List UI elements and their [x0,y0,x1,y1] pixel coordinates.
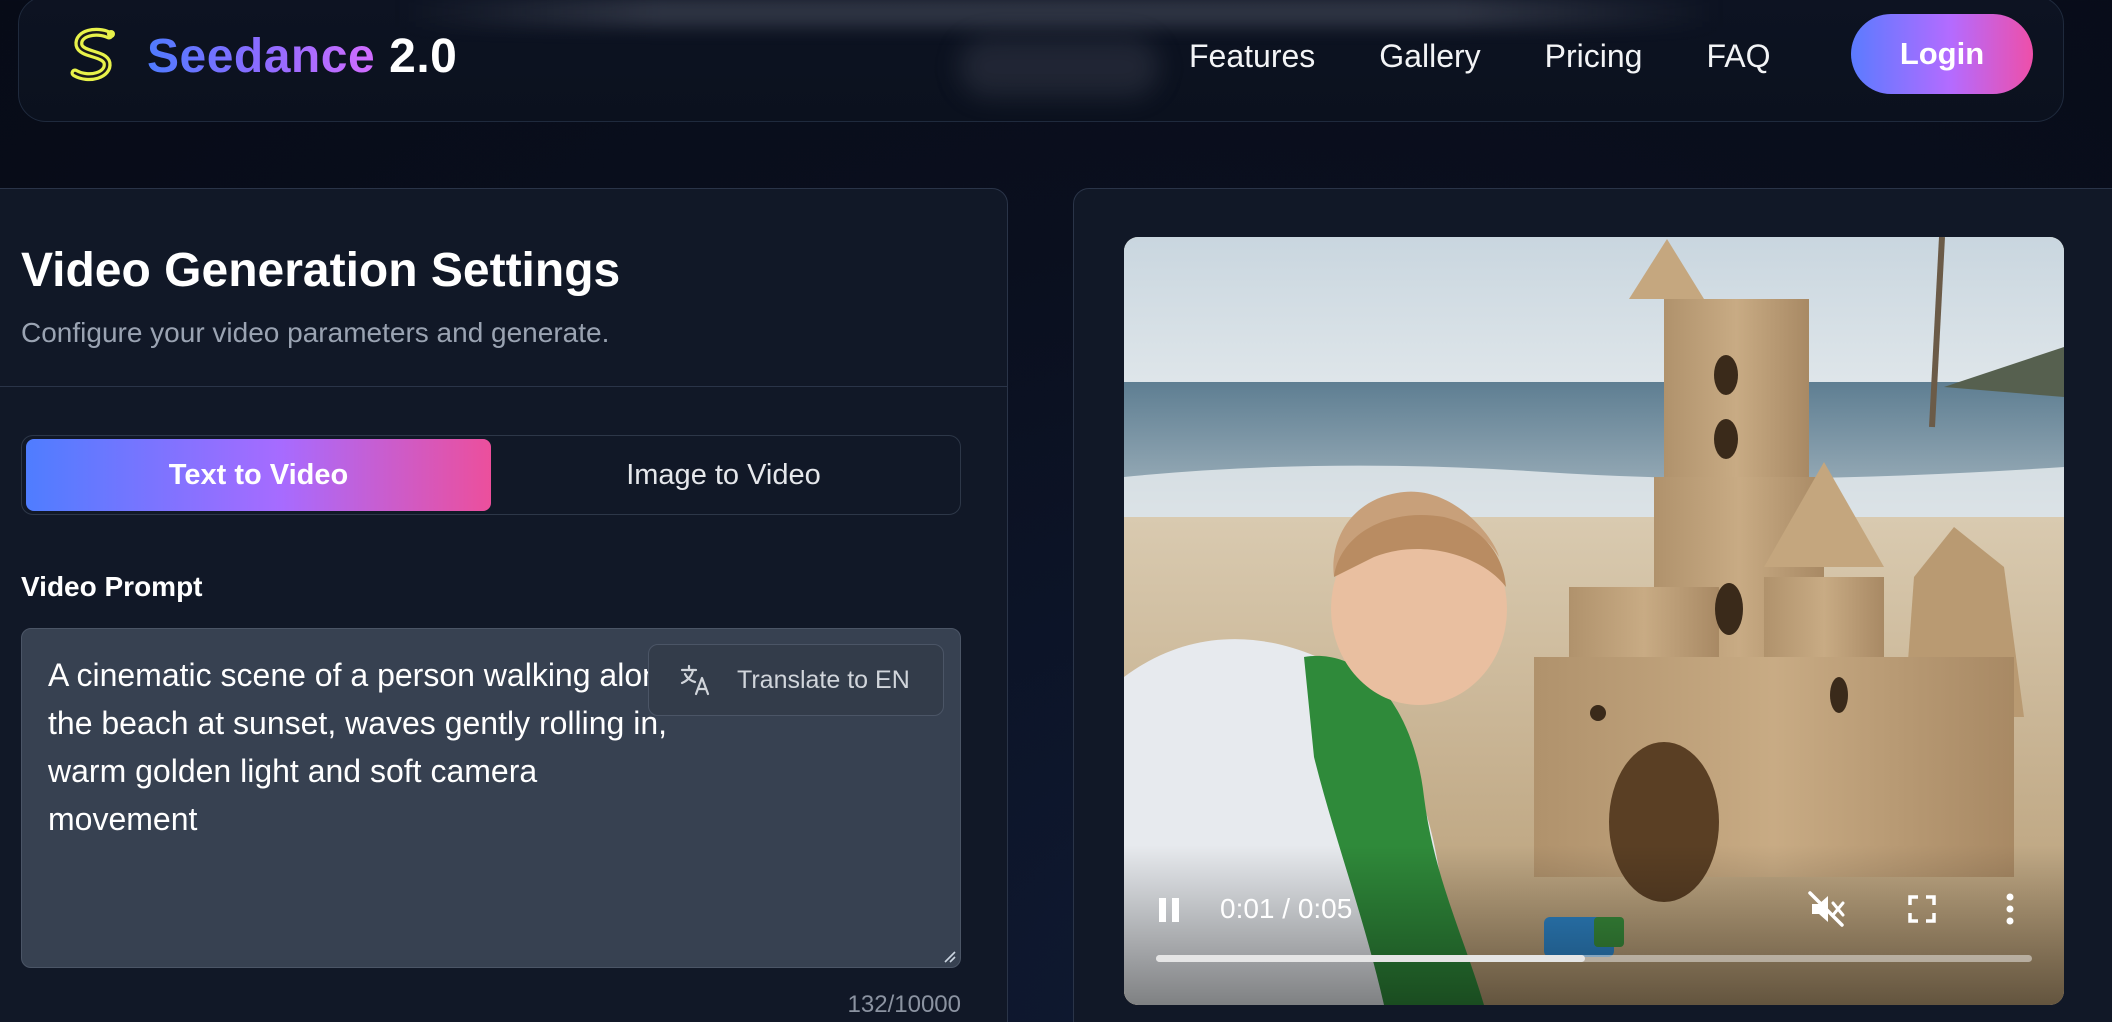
prompt-text[interactable]: A cinematic scene of a person walking al… [48,651,748,843]
video-progress-fill [1156,955,1586,962]
prompt-label: Video Prompt [21,571,203,602]
brand-title[interactable]: Seedance 2.0 [147,21,457,91]
tab-image-to-video[interactable]: Image to Video [491,439,956,511]
prompt-textarea[interactable]: A cinematic scene of a person walking al… [21,628,961,968]
translate-label: Translate to EN [737,665,910,694]
login-button[interactable]: Login [1851,14,2033,94]
tab-text-to-video[interactable]: Text to Video [26,439,491,511]
brand-name: Seedance [147,29,376,83]
translate-button[interactable]: Translate to EN [648,644,944,716]
panel-title: Video Generation Settings [21,244,621,297]
mode-tabs: Text to Video Image to Video [21,435,961,515]
divider [0,386,1007,387]
s-logo-icon[interactable] [63,25,125,87]
nav-gallery-link[interactable]: Gallery [1379,38,1480,75]
blurred-overlay [959,37,1159,97]
pause-icon[interactable] [1154,895,1184,925]
nav-pricing-link[interactable]: Pricing [1545,38,1643,75]
mute-icon[interactable] [1806,889,1846,929]
more-vertical-icon[interactable] [2002,891,2018,927]
settings-panel: Video Generation Settings Configure your… [0,188,1008,1022]
video-player[interactable]: 0:01 / 0:05 [1124,237,2064,1005]
video-preview-panel: 0:01 / 0:05 [1073,188,2112,1022]
time-display: 0:01 / 0:05 [1220,893,1353,924]
brand-version: 2.0 [389,29,458,83]
top-navbar: Seedance 2.0 Features Gallery Pricing FA… [18,0,2064,122]
nav-faq-link[interactable]: FAQ [1706,38,1770,75]
main-nav: Features Gallery Pricing FAQ [1189,31,1770,81]
blurred-overlay [399,0,1719,27]
translate-icon [680,664,710,696]
panel-subtitle: Configure your video parameters and gene… [21,317,610,348]
char-counter: 132/10000 [847,991,961,1018]
resize-handle-icon[interactable] [940,947,956,963]
controls-overlay [1124,845,2064,1005]
nav-features-link[interactable]: Features [1189,38,1315,75]
fullscreen-icon[interactable] [1906,893,1938,925]
video-progress-bar[interactable] [1156,955,2032,962]
